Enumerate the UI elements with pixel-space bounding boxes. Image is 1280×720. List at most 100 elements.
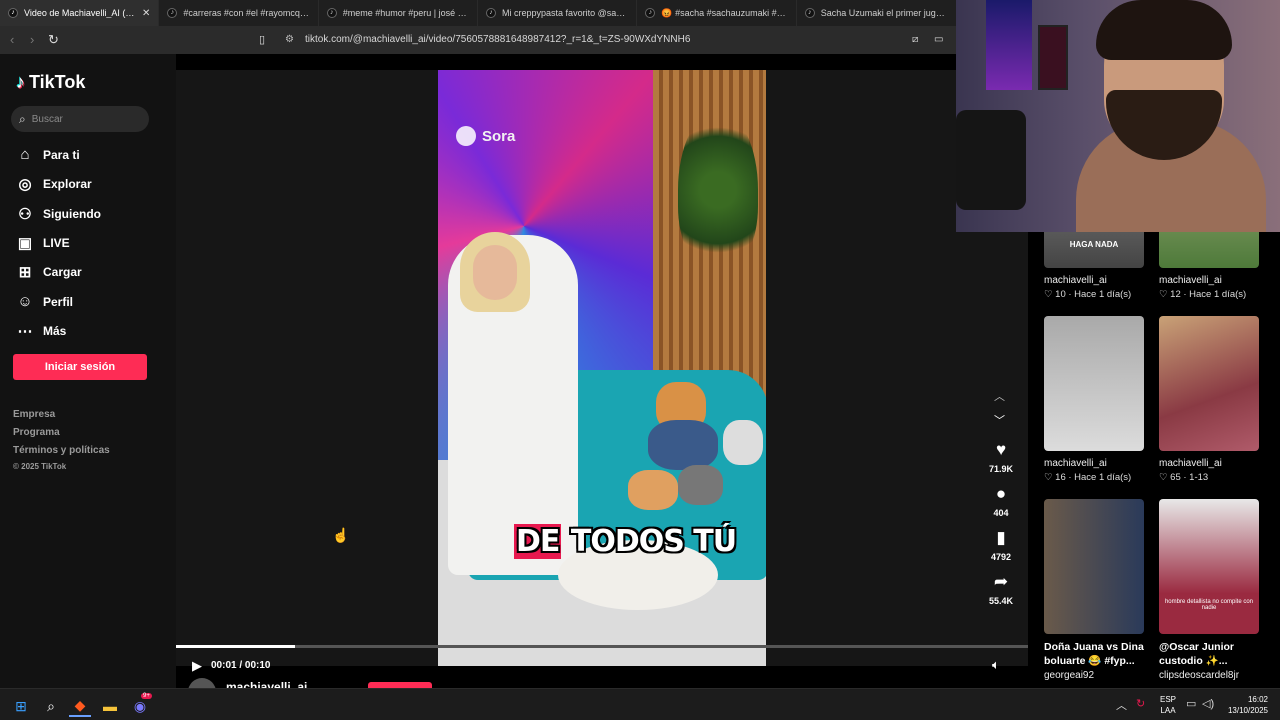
related-card[interactable]: machiavelli_ai ♡ 16 · Hace 1 día(s) — [1044, 316, 1144, 483]
main-content: Sora DE TODOS TÚ ︿ ﹀ ♥ 71.9K ● 404 ▮ 4792 ➦… — [176, 54, 1028, 688]
browser-tab[interactable]: ♪ Sacha Uzumaki el primer juguete — [797, 0, 956, 26]
play-icon[interactable]: ▶ — [192, 658, 202, 674]
system-clock[interactable]: 16:02 13/10/2025 — [1222, 694, 1268, 716]
network-icon[interactable]: ▭ — [1186, 697, 1196, 710]
heart-icon: ♥ — [995, 440, 1007, 459]
windows-taskbar: ⊞ ⌕ ◆ ▬ ◉ 9+ ︿ ↻ ESP LAA ▭ ◁) 16:02 13/10/… — [0, 688, 1280, 720]
compass-icon: ◎ — [18, 176, 32, 193]
time-display: 00:01 / 00:10 — [211, 660, 271, 671]
video-thumbnail — [1044, 499, 1144, 634]
author-name[interactable]: machiavelli_ai — [226, 680, 307, 688]
search-icon[interactable]: ⌕ — [40, 695, 62, 717]
file-explorer-icon[interactable]: ▬ — [99, 695, 121, 717]
chevron-up-icon[interactable]: ︿ — [994, 388, 1005, 404]
nav-live[interactable]: ▣ LIVE — [16, 234, 70, 252]
notification-badge: 9+ — [141, 693, 152, 699]
share-button[interactable]: ➦ 55.4K — [984, 572, 1018, 606]
sora-watermark: Sora — [456, 126, 515, 146]
tiktok-note-icon: ♪ — [16, 72, 25, 92]
bookmark-icon: ▮ — [996, 528, 1006, 547]
wall-poster — [986, 0, 1032, 90]
upload-icon: ⊞ — [18, 264, 32, 281]
browser-tab[interactable]: ♪#carreras #con #el #rayomcqueen # — [159, 0, 319, 26]
tiktok-favicon-icon: ♪ — [804, 8, 815, 18]
tiktok-favicon-icon: ♪ — [167, 8, 178, 18]
chevron-up-icon[interactable]: ︿ — [1116, 697, 1127, 713]
more-icon: ⋯ — [17, 323, 33, 340]
video-frame[interactable]: Sora DE TODOS TÚ — [438, 70, 766, 666]
video-thumbnail — [1159, 316, 1259, 451]
author-row: machiavelli_ai — [176, 674, 1028, 688]
tiktok-sidebar: ♪ TikTok ⌕ Buscar ⌂ Para ti ◎ Explorar ⚇ Sigu… — [0, 54, 176, 688]
cursor-hand-icon: ☝ — [332, 527, 350, 543]
video-player[interactable]: Sora DE TODOS TÚ ︿ ﹀ ♥ 71.9K ● 404 ▮ 4792 ➦… — [176, 70, 1028, 673]
login-button[interactable]: Iniciar sesión — [13, 354, 147, 380]
browser-tab[interactable]: ♪ 😡 #sacha #sachauzumaki #osit — [637, 0, 797, 26]
footer-link-programa[interactable]: Programa — [13, 427, 60, 438]
tiktok-favicon-icon: ♪ — [645, 8, 656, 18]
video-thumbnail: HAGA NADA — [1044, 232, 1144, 268]
progress-fill — [176, 645, 296, 648]
tiktok-logo[interactable]: ♪ TikTok — [16, 72, 85, 93]
live-icon: ▣ — [17, 235, 33, 252]
brave-browser-icon[interactable]: ◆ — [69, 695, 91, 717]
bookmark-icon[interactable]: ▯ — [259, 33, 265, 46]
comment-icon: ● — [995, 484, 1007, 503]
home-icon: ⌂ — [20, 146, 30, 163]
copyright: © 2025 TikTok — [13, 462, 67, 471]
back-icon[interactable]: ‹ — [10, 32, 14, 47]
related-card[interactable]: machiavelli_ai ♡ 12 · Hace 1 día(s) — [1159, 232, 1259, 300]
nav-explorar[interactable]: ◎ Explorar — [16, 175, 91, 193]
speaker-icon[interactable]: ◁) — [1202, 697, 1214, 710]
video-cat — [678, 465, 723, 505]
nav-perfil[interactable]: ☺ Perfil — [16, 293, 73, 310]
nav-para-ti[interactable]: ⌂ Para ti — [16, 146, 79, 163]
like-button[interactable]: ♥ 71.9K — [984, 440, 1018, 474]
browser-tab[interactable]: ♪Mi creppypasta favorito @sachauzu — [478, 0, 638, 26]
avatar[interactable] — [188, 678, 216, 688]
wall-poster — [1038, 25, 1068, 90]
close-tab-icon[interactable]: ✕ — [142, 8, 150, 19]
site-info-icon[interactable]: ⚙ — [285, 34, 294, 45]
video-cat — [648, 420, 718, 470]
progress-bar[interactable] — [176, 645, 1028, 648]
related-card[interactable]: machiavelli_ai ♡ 65 · 1-13 — [1159, 316, 1259, 483]
volume-icon[interactable]: 🔈︎ — [992, 657, 1000, 673]
tray-app-icon[interactable]: ↻ — [1136, 697, 1145, 710]
browser-tab[interactable]: ♪ #meme #humor #peru | josé pajer| — [319, 0, 479, 26]
sidebar-toggle-icon[interactable]: ▭ — [934, 34, 943, 45]
tiktok-favicon-icon: ♪ — [8, 8, 18, 18]
url-field[interactable]: tiktok.com/@machiavelli_ai/video/7560578… — [305, 34, 690, 45]
search-icon: ⌕ — [19, 111, 26, 126]
footer-link-empresa[interactable]: Empresa — [13, 409, 55, 420]
browser-tab-bar: ♪Video de Machiavelli_AI (@mac✕ ♪#carrer… — [0, 0, 956, 26]
language-indicator[interactable]: ESP LAA — [1160, 694, 1176, 716]
forward-icon[interactable]: › — [30, 32, 34, 47]
nav-cargar[interactable]: ⊞ Cargar — [16, 263, 82, 281]
comment-button[interactable]: ● 404 — [984, 484, 1018, 518]
nav-mas[interactable]: ⋯ Más — [16, 322, 67, 340]
streamer-hair — [1096, 0, 1232, 60]
following-icon: ⚇ — [18, 206, 32, 223]
video-caption: DE TODOS TÚ — [514, 524, 737, 559]
footer-link-terminos[interactable]: Términos y políticas — [13, 445, 110, 456]
video-thumbnail: hombre detallista no compite con nadie — [1159, 499, 1259, 634]
webcam-overlay — [956, 0, 1280, 232]
extension-icon[interactable]: ⧄ — [912, 34, 918, 45]
reload-icon[interactable]: ↻ — [48, 32, 59, 48]
video-thumbnail — [1044, 316, 1144, 451]
windows-start-icon[interactable]: ⊞ — [10, 695, 32, 717]
save-button[interactable]: ▮ 4792 — [984, 528, 1018, 562]
related-card[interactable]: HAGA NADA machiavelli_ai ♡ 10 · Hace 1 d… — [1044, 232, 1144, 300]
search-input[interactable]: ⌕ Buscar — [11, 106, 149, 132]
profile-icon: ☺ — [17, 293, 33, 310]
browser-tab[interactable]: ♪Video de Machiavelli_AI (@mac✕ — [0, 0, 160, 26]
chevron-down-icon[interactable]: ﹀ — [994, 412, 1005, 428]
related-videos: HAGA NADA machiavelli_ai ♡ 10 · Hace 1 d… — [1028, 232, 1280, 688]
share-icon: ➦ — [993, 572, 1009, 591]
video-thumbnail — [1159, 232, 1259, 268]
nav-siguiendo[interactable]: ⚇ Siguiendo — [16, 205, 101, 223]
gaming-chair — [956, 110, 1026, 210]
related-card[interactable]: hombre detallista no compite con nadie @… — [1159, 499, 1259, 681]
related-card[interactable]: Doña Juana vs Dina boluarte 😂 #fyp... ge… — [1044, 499, 1144, 681]
